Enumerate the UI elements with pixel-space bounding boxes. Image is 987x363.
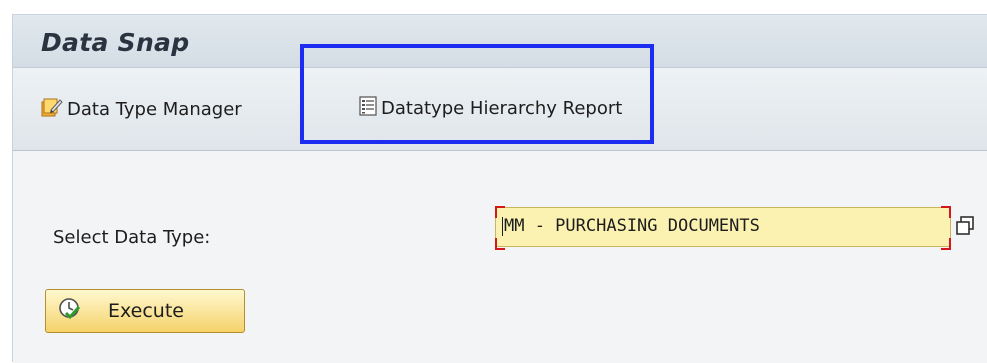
text-caret bbox=[502, 216, 503, 236]
datatype-hierarchy-report-button[interactable]: Datatype Hierarchy Report bbox=[359, 96, 622, 121]
select-data-type-label: Select Data Type: bbox=[53, 227, 211, 248]
value-help-icon bbox=[955, 216, 975, 241]
report-list-icon bbox=[359, 96, 377, 121]
data-type-value: MM - PURCHASING DOCUMENTS bbox=[504, 216, 760, 236]
required-marker bbox=[941, 206, 951, 218]
execute-clock-icon bbox=[58, 297, 82, 325]
data-type-manager-label: Data Type Manager bbox=[67, 99, 242, 120]
execute-button[interactable]: Execute bbox=[45, 289, 245, 333]
selection-panel: Select Data Type: MM - PURCHASING DOCUME… bbox=[13, 151, 987, 363]
datatype-hierarchy-report-label: Datatype Hierarchy Report bbox=[381, 98, 623, 119]
window-frame: Data Snap Data Type Manager Datatype Hie… bbox=[12, 14, 987, 363]
required-marker bbox=[941, 238, 951, 250]
required-marker bbox=[495, 206, 505, 218]
value-help-button[interactable] bbox=[955, 215, 975, 237]
data-type-manager-button[interactable]: Data Type Manager bbox=[39, 96, 242, 123]
execute-label: Execute bbox=[108, 300, 184, 322]
edit-document-icon bbox=[39, 96, 63, 123]
page-title: Data Snap bbox=[41, 28, 190, 57]
title-bar: Data Snap bbox=[13, 15, 987, 68]
data-type-input[interactable]: MM - PURCHASING DOCUMENTS bbox=[495, 206, 951, 250]
application-toolbar: Data Type Manager Datatype Hierarchy Rep… bbox=[13, 68, 987, 151]
required-marker bbox=[495, 238, 505, 250]
